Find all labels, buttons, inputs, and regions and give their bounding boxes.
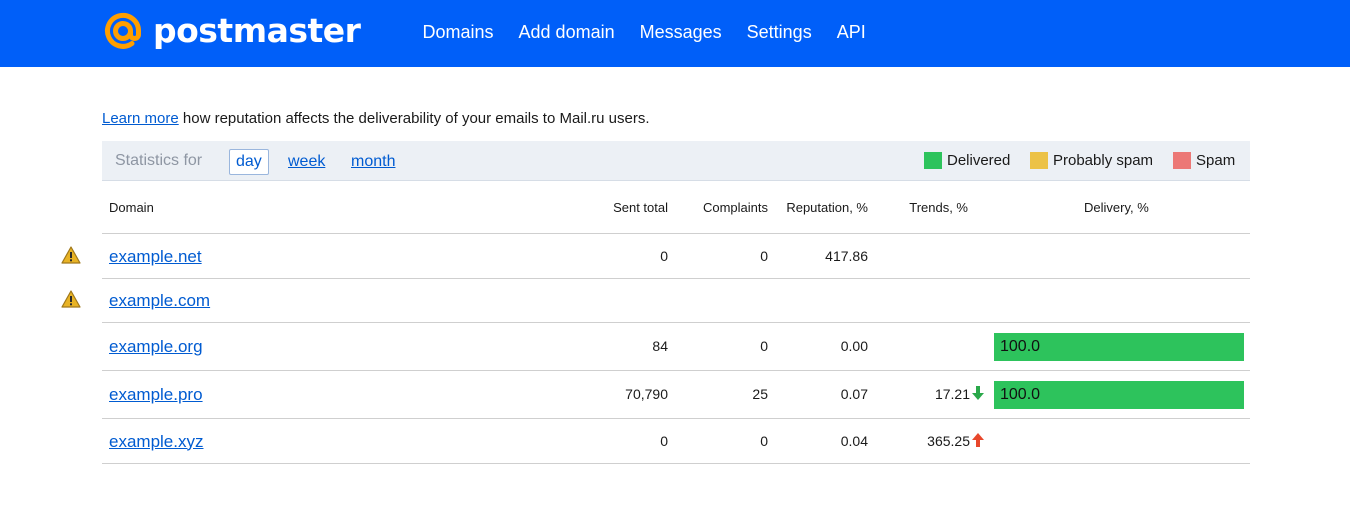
- complaints-cell: 0: [760, 247, 768, 264]
- legend-probably-spam: Probably spam: [1030, 152, 1153, 169]
- complaints-cell: 0: [760, 432, 768, 449]
- domain-link[interactable]: example.xyz: [109, 432, 203, 452]
- legend-label: Spam: [1196, 152, 1236, 169]
- table-header: Domain Sent total Complaints Reputation,…: [102, 181, 1250, 234]
- statistics-label: Statistics for: [115, 152, 203, 169]
- col-reputation: Reputation, %: [786, 200, 868, 215]
- nav-add-domain[interactable]: Add domain: [519, 20, 615, 44]
- reputation-cell: 0.00: [840, 338, 868, 354]
- nav-settings[interactable]: Settings: [747, 20, 812, 44]
- domain-link[interactable]: example.org: [109, 337, 203, 357]
- delivery-value: 100.0: [1000, 338, 1041, 355]
- sent-total-cell: 0: [660, 432, 668, 449]
- intro-text: Learn more how reputation affects the de…: [102, 110, 650, 128]
- spam-swatch: [1173, 152, 1191, 169]
- reputation-cell: 0.04: [840, 432, 868, 449]
- domain-link[interactable]: example.com: [109, 291, 210, 311]
- trend-value: 365.25: [927, 432, 970, 449]
- at-sign-icon: [105, 12, 142, 49]
- legend-label: Probably spam: [1053, 152, 1154, 169]
- delivery-bar: 100.0: [994, 333, 1244, 361]
- nav-api[interactable]: API: [837, 20, 866, 44]
- col-complaints: Complaints: [702, 200, 768, 215]
- learn-more-link[interactable]: Learn more: [102, 110, 179, 127]
- domain-link[interactable]: example.net: [109, 247, 202, 267]
- table-row: example.net 0 0 417.86: [102, 234, 1250, 279]
- reputation-cell: 0.07: [840, 386, 868, 402]
- nav-messages[interactable]: Messages: [640, 20, 722, 44]
- trend-cell: 365.25: [927, 432, 984, 450]
- main-nav: Domains Add domain Messages Settings API: [410, 20, 878, 44]
- legend-spam: Spam: [1173, 152, 1235, 169]
- arrow-up-icon: [972, 432, 984, 450]
- complaints-cell: 25: [752, 386, 768, 402]
- table-row: example.com: [102, 279, 1250, 323]
- period-week[interactable]: week: [281, 149, 332, 175]
- warning-icon: [61, 245, 81, 264]
- complaints-cell: 0: [760, 338, 768, 354]
- legend-label: Delivered: [947, 152, 1011, 169]
- postmaster-logo[interactable]: postmaster: [101, 10, 361, 52]
- nav-domains[interactable]: Domains: [423, 20, 494, 44]
- arrow-down-icon: [972, 386, 984, 403]
- legend-delivered: Delivered: [924, 152, 1010, 169]
- delivered-swatch: [924, 152, 942, 169]
- trend-cell: 17.21: [935, 386, 984, 403]
- col-trends: Trends, %: [909, 200, 968, 215]
- brand-name: postmaster: [153, 11, 361, 50]
- warning-icon: [61, 290, 81, 308]
- trend-value: 17.21: [934, 386, 970, 402]
- col-domain: Domain: [109, 200, 154, 215]
- sent-total-cell: 0: [660, 247, 668, 264]
- delivery-bar: 100.0: [994, 381, 1244, 409]
- col-sent-total: Sent total: [613, 200, 668, 215]
- domain-link[interactable]: example.pro: [109, 385, 203, 405]
- period-month[interactable]: month: [344, 149, 402, 175]
- statistics-bar: Statistics for day week month Delivered …: [102, 141, 1250, 181]
- col-delivery: Delivery, %: [1084, 200, 1149, 215]
- sent-total-cell: 84: [652, 338, 668, 354]
- period-day[interactable]: day: [229, 149, 269, 175]
- reputation-cell: 417.86: [825, 247, 868, 264]
- probably-spam-swatch: [1030, 152, 1048, 169]
- intro-sentence: how reputation affects the deliverabilit…: [178, 110, 650, 127]
- table-row: example.xyz 0 0 0.04 365.25: [102, 419, 1250, 464]
- top-header: postmaster Domains Add domain Messages S…: [0, 0, 1350, 67]
- delivery-value: 100.0: [1000, 386, 1041, 403]
- sent-total-cell: 70,790: [625, 386, 668, 402]
